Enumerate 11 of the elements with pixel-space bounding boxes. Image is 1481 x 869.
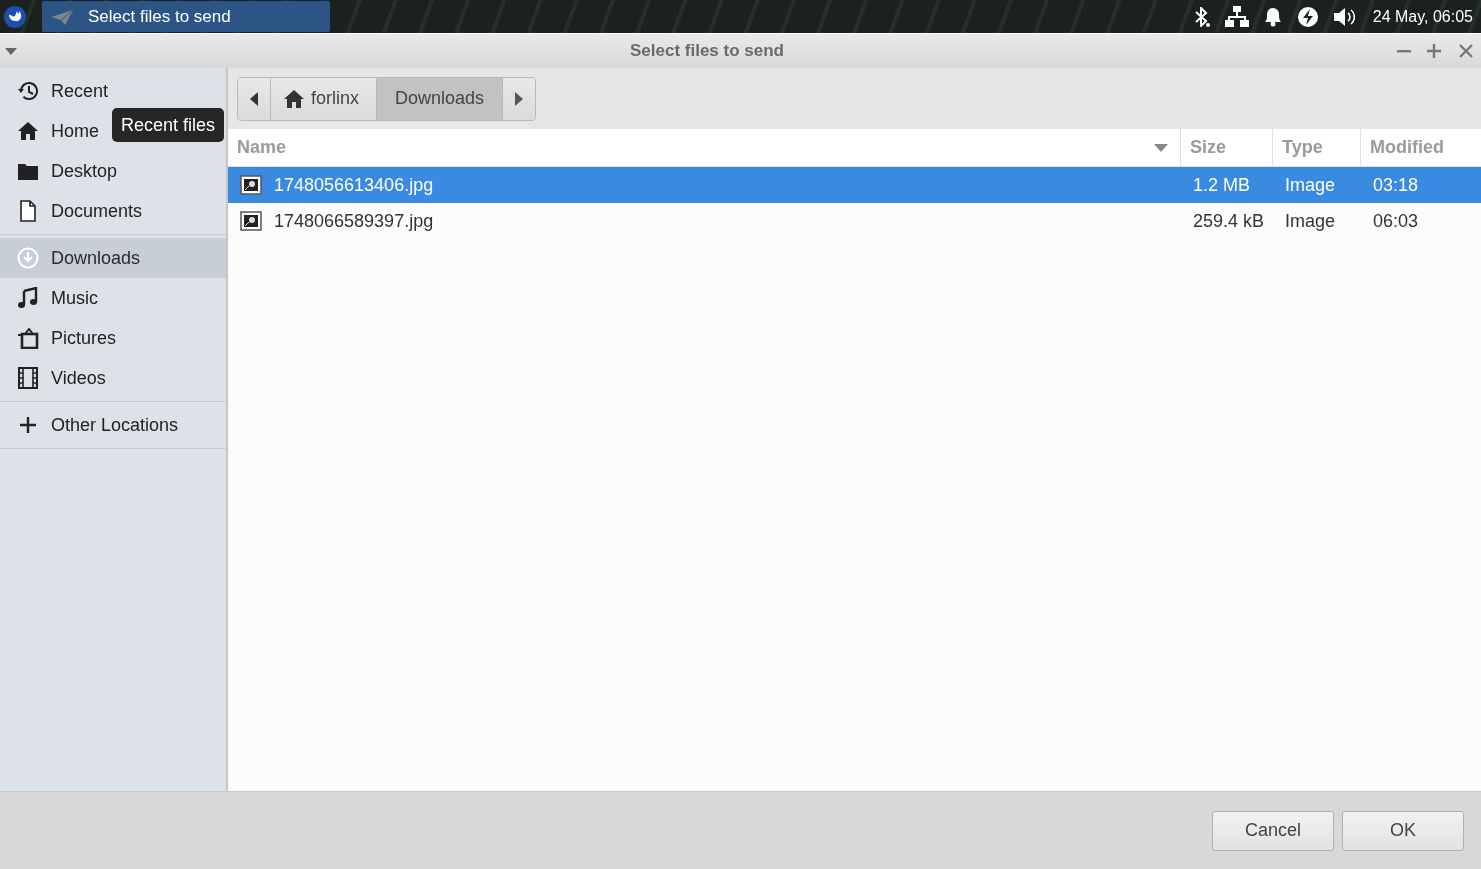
file-type: Image: [1285, 174, 1336, 196]
file-name: 1748056613406.jpg: [274, 174, 434, 196]
file-size: 259.4 kB: [1193, 210, 1265, 232]
file-modified-time: 03:18: [1373, 174, 1419, 196]
tooltip: Recent files: [112, 108, 225, 142]
clock-text: 24 May, 06:05: [1372, 7, 1473, 26]
file-name: 1748066589397.jpg: [274, 210, 434, 232]
file-size: 1.2 MB: [1193, 174, 1251, 196]
file-type: Image: [1285, 210, 1336, 232]
file-modified-time: 06:03: [1373, 210, 1419, 232]
window-title: Select files to send: [629, 41, 785, 61]
